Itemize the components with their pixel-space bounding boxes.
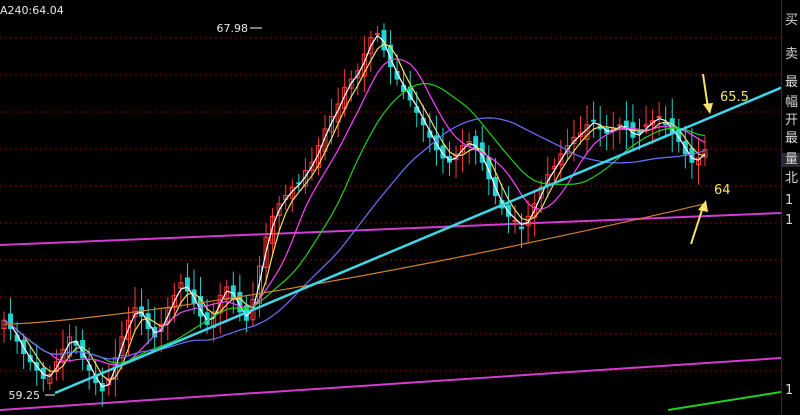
- sidebar-item-selected[interactable]: 量: [782, 153, 800, 167]
- sidebar-item[interactable]: 1: [785, 384, 793, 398]
- candle-up: [617, 124, 623, 127]
- ma240-label: A240:64.04: [0, 4, 64, 17]
- annotation-label: 64: [714, 183, 731, 198]
- candle-up: [512, 219, 518, 222]
- sidebar-item[interactable]: 最: [785, 76, 798, 90]
- candle-up: [374, 32, 380, 35]
- sidebar-item[interactable]: 最: [785, 132, 798, 146]
- low-price-label: 59.25: [9, 389, 41, 402]
- ma_60-line: [3, 117, 706, 360]
- candle-down: [636, 131, 642, 134]
- sidebar-item[interactable]: 幅: [785, 96, 798, 110]
- sidebar-item[interactable]: 1: [785, 194, 793, 208]
- high-price-label: 67.98: [217, 22, 249, 35]
- candle-down: [519, 226, 525, 230]
- candle-down: [591, 119, 597, 122]
- annotation-arrow-down: [702, 73, 709, 109]
- sidebar-item[interactable]: 开: [785, 114, 798, 128]
- ma_10-line: [3, 58, 706, 366]
- sidebar-item[interactable]: 买: [785, 14, 798, 28]
- sidebar-item[interactable]: 卖: [785, 48, 798, 62]
- ma_240-line: [3, 203, 706, 325]
- price-chart[interactable]: 67.98 59.25 65.5 64: [0, 0, 800, 415]
- green-segment-line: [667, 391, 782, 411]
- annotation-arrowhead: [698, 200, 708, 212]
- ma_fast-line: [3, 34, 706, 388]
- candle-up: [656, 115, 662, 118]
- annotation-label: 65.5: [720, 90, 749, 105]
- upper-channel-line: [0, 212, 782, 246]
- ma_5-line: [3, 42, 706, 382]
- annotation-arrow-up: [690, 206, 704, 245]
- quote-sidebar[interactable]: 买 卖 最 幅 开 最 量 北 1 1 1: [781, 0, 800, 415]
- sidebar-item[interactable]: 1: [785, 214, 793, 228]
- sidebar-item[interactable]: 北: [785, 172, 798, 186]
